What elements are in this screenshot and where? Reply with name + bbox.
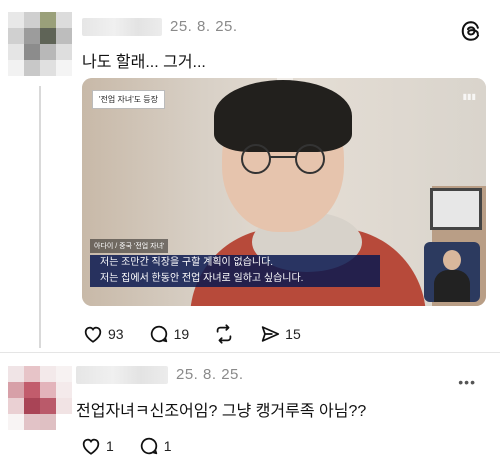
like-button[interactable]: 93: [82, 323, 124, 345]
heart-icon: [84, 326, 102, 343]
username-blurred[interactable]: [76, 366, 168, 384]
sign-language-interpreter: [424, 242, 480, 302]
comment-icon: [150, 325, 167, 343]
comment-icon: [140, 437, 158, 455]
post-divider: [0, 352, 500, 353]
like-count: 93: [108, 326, 124, 342]
repost-icon: [216, 324, 232, 344]
post-text: 전업자녀ㅋ신조어임? 그냥 캥거루족 아님??: [76, 403, 367, 420]
post-date: 25. 8. 25.: [170, 18, 238, 35]
like-button[interactable]: 1: [80, 435, 114, 457]
post-date: 25. 8. 25.: [176, 366, 244, 383]
avatar[interactable]: [8, 366, 72, 430]
reply-count: 19: [173, 326, 190, 342]
username-blurred[interactable]: [82, 18, 162, 36]
send-icon: [261, 326, 280, 342]
post-text: 나도 할래... 그거...: [82, 54, 206, 71]
post-actions: 93 19 15: [82, 323, 325, 345]
threads-logo-icon[interactable]: [460, 20, 482, 42]
heart-icon: [82, 438, 100, 455]
reply-button[interactable]: 1: [138, 435, 172, 457]
post-actions: 1 1: [80, 435, 196, 457]
repost-button[interactable]: [213, 323, 235, 345]
reply-button[interactable]: 19: [148, 323, 190, 345]
subtitle-line-1: 저는 조만간 직장을 구할 계획이 없습니다.: [90, 255, 380, 271]
like-count: 1: [106, 438, 114, 454]
share-button[interactable]: 15: [259, 323, 301, 345]
news-topic-tag: '전업 자녀'도 등장: [92, 90, 166, 109]
avatar[interactable]: [8, 12, 72, 76]
thread-post: 25. 8. 25. 나도 할래... 그거... '전업 자녀'도 등장 ▮▮…: [0, 0, 500, 352]
background-monitor: [430, 188, 482, 230]
reply-count: 1: [163, 438, 172, 454]
thread-line: [39, 86, 41, 348]
thread-reply: 25. 8. 25. ••• 전업자녀ㅋ신조어임? 그냥 캥거루족 아님?? 1…: [0, 352, 500, 470]
news-video-frame[interactable]: '전업 자녀'도 등장 ▮▮▮ 아다이 / 중국 '전업 자녀' 저는 조만간 …: [82, 78, 486, 306]
broadcaster-logo: ▮▮▮: [462, 92, 476, 101]
glasses-icon: [241, 144, 325, 174]
speaker-caption: 아다이 / 중국 '전업 자녀': [90, 239, 169, 253]
share-count: 15: [285, 326, 301, 342]
more-options-icon[interactable]: •••: [458, 374, 476, 390]
subtitle-line-2: 저는 집에서 한동안 전업 자녀로 일하고 싶습니다.: [90, 271, 380, 287]
